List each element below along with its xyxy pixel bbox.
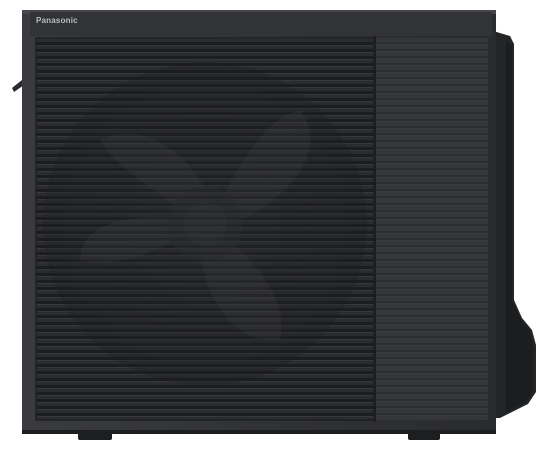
- outdoor-unit-illustration: [12, 10, 536, 440]
- brand-logo: Panasonic: [36, 16, 78, 25]
- side-louver-panel: [376, 38, 488, 420]
- heat-pump-photo: Panasonic: [0, 0, 547, 450]
- top-band: [30, 12, 492, 36]
- fan-grille: [35, 37, 375, 421]
- rear-side-cover: [490, 30, 536, 418]
